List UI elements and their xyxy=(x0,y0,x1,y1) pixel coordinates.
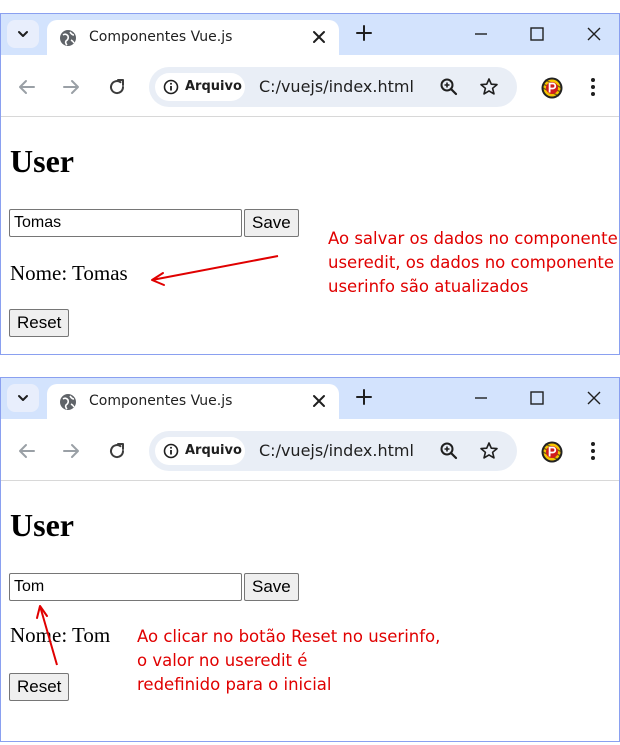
security-chip[interactable]: Arquivo xyxy=(155,437,245,465)
zoom-in-icon[interactable] xyxy=(439,441,459,461)
reload-icon[interactable] xyxy=(107,441,127,461)
browser-window-1: Componentes Vue.js Arquivo C:/vuejs/inde… xyxy=(0,13,620,355)
profile-avatar-icon[interactable] xyxy=(541,441,563,463)
address-bar[interactable]: Arquivo C:/vuejs/index.html xyxy=(149,431,517,471)
security-chip-label: Arquivo xyxy=(185,79,242,94)
star-icon[interactable] xyxy=(479,77,499,97)
annotation-line: useredit, os dados no componente xyxy=(328,253,615,272)
annotation-line: Ao salvar os dados no componente xyxy=(328,229,618,248)
arrow-left-icon[interactable] xyxy=(17,441,37,461)
annotation-note: Ao clicar no botão Reset no userinfo, o … xyxy=(137,625,440,697)
plus-icon[interactable] xyxy=(355,24,373,42)
security-chip-label: Arquivo xyxy=(185,443,242,458)
annotation-line: Ao clicar no botão Reset no userinfo, xyxy=(137,627,441,646)
url-text[interactable]: C:/vuejs/index.html xyxy=(259,441,414,460)
tab-search-button[interactable] xyxy=(7,20,39,48)
close-icon[interactable] xyxy=(311,393,327,409)
zoom-in-icon[interactable] xyxy=(439,77,459,97)
maximize-icon[interactable] xyxy=(529,390,545,406)
tab-strip: Componentes Vue.js xyxy=(1,378,619,419)
minimize-icon[interactable] xyxy=(473,26,489,42)
address-bar[interactable]: Arquivo C:/vuejs/index.html xyxy=(149,67,517,107)
globe-icon xyxy=(60,394,76,410)
kebab-menu-icon[interactable] xyxy=(589,441,597,461)
window-close-icon[interactable] xyxy=(586,390,602,406)
chevron-down-icon xyxy=(18,31,28,37)
arrow-right-icon[interactable] xyxy=(61,441,81,461)
nome-display: Nome: Tomas xyxy=(10,261,128,285)
url-text[interactable]: C:/vuejs/index.html xyxy=(259,77,414,96)
star-icon[interactable] xyxy=(479,441,499,461)
maximize-icon[interactable] xyxy=(529,26,545,42)
info-icon xyxy=(163,443,179,459)
window-close-icon[interactable] xyxy=(586,26,602,42)
info-icon xyxy=(163,79,179,95)
browser-toolbar: Arquivo C:/vuejs/index.html xyxy=(1,419,619,481)
plus-icon[interactable] xyxy=(355,388,373,406)
profile-avatar-icon[interactable] xyxy=(541,77,563,99)
name-input[interactable] xyxy=(9,209,242,237)
page-heading: User xyxy=(10,143,74,179)
reset-button[interactable]: Reset xyxy=(9,673,70,701)
tab-title: Componentes Vue.js xyxy=(89,393,233,409)
tab-active[interactable]: Componentes Vue.js xyxy=(47,384,339,419)
annotation-line: o valor no useredit é xyxy=(137,651,308,670)
reload-icon[interactable] xyxy=(107,77,127,97)
tab-active[interactable]: Componentes Vue.js xyxy=(47,20,339,55)
nome-display: Nome: Tom xyxy=(10,623,111,647)
reset-button[interactable]: Reset xyxy=(9,309,70,337)
chevron-down-icon xyxy=(18,395,28,401)
arrow-left-icon[interactable] xyxy=(17,77,37,97)
minimize-icon[interactable] xyxy=(473,390,489,406)
tab-strip: Componentes Vue.js xyxy=(1,14,619,55)
arrow-right-icon[interactable] xyxy=(61,77,81,97)
name-input[interactable] xyxy=(9,573,242,601)
browser-toolbar: Arquivo C:/vuejs/index.html xyxy=(1,55,619,117)
tab-title: Componentes Vue.js xyxy=(89,29,233,45)
page-heading: User xyxy=(10,507,74,543)
annotation-line: redefinido para o inicial xyxy=(137,675,332,694)
save-button[interactable]: Save xyxy=(244,573,299,601)
globe-icon xyxy=(60,30,76,46)
annotation-note: Ao salvar os dados no componente useredi… xyxy=(328,227,618,299)
tab-search-button[interactable] xyxy=(7,384,39,412)
close-icon[interactable] xyxy=(311,29,327,45)
browser-window-2: Componentes Vue.js Arquivo C:/vuejs/inde… xyxy=(0,377,620,742)
annotation-line: userinfo são atualizados xyxy=(328,277,529,296)
security-chip[interactable]: Arquivo xyxy=(155,73,245,101)
save-button[interactable]: Save xyxy=(244,209,299,237)
kebab-menu-icon[interactable] xyxy=(589,77,597,97)
